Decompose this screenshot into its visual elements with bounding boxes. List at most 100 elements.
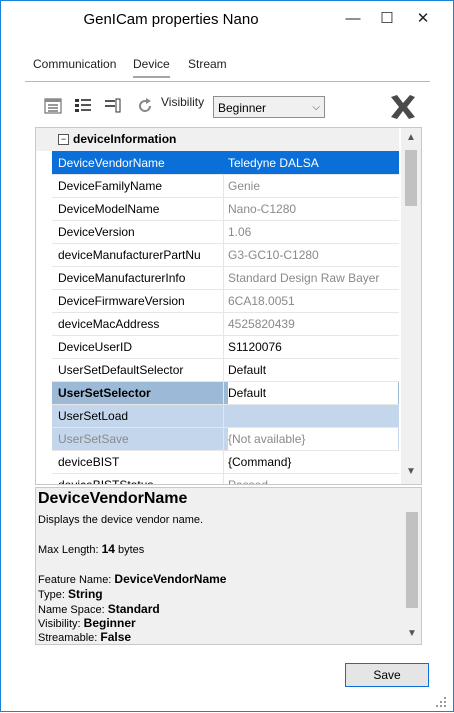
property-row[interactable]: UserSetLoad [52,404,399,428]
alphabetical-view-icon[interactable] [73,96,93,116]
property-row[interactable]: UserSetDefaultSelector Default [52,358,399,382]
property-name: DeviceManufacturerInfo [58,271,186,285]
column-divider [223,405,224,428]
property-row[interactable]: DeviceVendorName Teledyne DALSA [52,151,399,175]
property-value: 1.06 [228,225,252,239]
property-row[interactable]: DeviceFamilyName Genie [52,174,399,198]
property-name: UserSetDefaultSelector [58,363,184,377]
property-row[interactable]: DeviceFirmwareVersion 6CA18.0051 [52,289,399,313]
property-name: deviceManufacturerPartNu [58,248,201,262]
property-pages-icon[interactable] [103,96,123,116]
property-row[interactable]: deviceBISTStatus Passed [52,473,399,485]
property-value: Passed [228,478,269,485]
scroll-thumb[interactable] [405,150,417,206]
collapse-icon[interactable]: − [58,134,69,145]
column-divider [223,221,224,244]
teledyne-x-logo [389,93,417,121]
visibility-value: Beginner [218,101,267,115]
property-name: UserSetLoad [58,409,129,423]
visibility-line: Visibility: Beginner [38,616,136,630]
visibility-select[interactable]: Beginner ⌵ [213,96,325,118]
property-value[interactable]: S1120076 [228,336,398,359]
categorized-view-icon[interactable] [43,96,63,116]
column-divider [223,267,224,290]
property-name: DeviceFirmwareVersion [58,294,185,308]
description-title: DeviceVendorName [38,490,188,507]
property-name: UserSetSelector [58,386,151,400]
property-name: deviceBIST [58,455,120,469]
property-row[interactable]: deviceMacAddress 4525820439 [52,312,399,336]
property-name: DeviceUserID [58,340,133,354]
title-bar: GenICam properties Nano — ☐ ✕ [1,1,453,39]
column-divider [223,336,224,359]
scroll-up-icon[interactable]: ▲ [401,132,421,143]
category-label: deviceInformation [73,132,177,146]
visibility-label: Visibility [161,95,205,109]
category-device-information[interactable]: − deviceInformation [36,128,399,151]
property-name: DeviceVersion [58,225,135,239]
property-name: UserSetSave [58,432,129,446]
property-value: 6CA18.0051 [228,294,295,308]
type-line: Type: String [38,587,103,601]
property-value: Nano-C1280 [228,202,297,216]
property-row[interactable]: DeviceManufacturerInfo Standard Design Ra… [52,266,399,290]
chevron-down-icon: ⌵ [312,102,320,113]
column-divider [223,359,224,382]
property-value[interactable]: Default [228,382,398,405]
column-divider [223,152,224,175]
property-name: DeviceModelName [58,202,160,216]
tab-strip: Communication Device Stream [25,53,430,82]
column-divider [223,474,224,484]
grid-scrollbar[interactable]: ▲ ▼ [401,128,421,484]
feature-name-line: Feature Name: DeviceVendorName [38,572,227,586]
maximize-button[interactable]: ☐ [375,7,399,31]
tab-device[interactable]: Device [133,57,170,78]
property-row[interactable]: deviceManufacturerPartNu G3-GC10-C1280 [52,243,399,267]
property-value[interactable]: {Not available} [228,428,398,451]
column-divider [223,428,224,451]
close-button[interactable]: ✕ [411,7,435,31]
tab-communication[interactable]: Communication [33,57,116,71]
property-row[interactable]: UserSetSelector Default [52,381,399,405]
property-value[interactable]: Default [228,359,398,382]
property-grid: − deviceInformation DeviceVendorName Tele… [35,127,422,485]
genicam-properties-window: GenICam properties Nano — ☐ ✕ Communicat… [0,0,454,712]
refresh-icon[interactable] [135,96,155,116]
property-name: DeviceVendorName [58,156,165,170]
property-row[interactable]: UserSetSave {Not available} [52,427,399,451]
property-name: deviceBISTStatus [58,478,154,485]
resize-grip-icon[interactable] [435,695,447,707]
namespace-line: Name Space: Standard [38,602,160,616]
column-divider [223,244,224,267]
property-value[interactable]: Teledyne DALSA [228,152,398,175]
scroll-down-icon[interactable]: ▼ [403,628,421,639]
column-divider [223,175,224,198]
property-value: G3-GC10-C1280 [228,248,319,262]
property-name: deviceMacAddress [58,317,160,331]
property-value[interactable]: {Command} [228,451,398,474]
description-scroll-thumb[interactable] [406,512,418,608]
column-divider [223,198,224,221]
property-value: 4525820439 [228,317,295,331]
property-value: Genie [228,179,261,193]
max-length-line: Max Length: 14 bytes [38,542,145,556]
property-row[interactable]: DeviceVersion 1.06 [52,220,399,244]
save-button[interactable]: Save [345,663,429,687]
scroll-down-icon[interactable]: ▼ [401,466,421,477]
property-row[interactable]: DeviceModelName Nano-C1280 [52,197,399,221]
window-title: GenICam properties Nano [83,11,259,28]
column-divider [223,451,224,474]
property-row[interactable]: deviceBIST {Command} [52,450,399,474]
minimize-button[interactable]: — [341,7,365,31]
column-divider [223,290,224,313]
description-text: Displays the device vendor name. [38,514,204,526]
tab-stream[interactable]: Stream [188,57,227,71]
property-name: DeviceFamilyName [58,179,163,193]
property-row[interactable]: DeviceUserID S1120076 [52,335,399,359]
description-panel: DeviceVendorName Displays the device ven… [35,487,422,645]
property-value: Standard Design Raw Bayer [228,271,380,285]
column-divider [223,382,224,405]
streamable-line: Streamable: False [38,630,132,644]
column-divider [223,313,224,336]
description-scrollbar[interactable]: ▼ [403,488,421,644]
